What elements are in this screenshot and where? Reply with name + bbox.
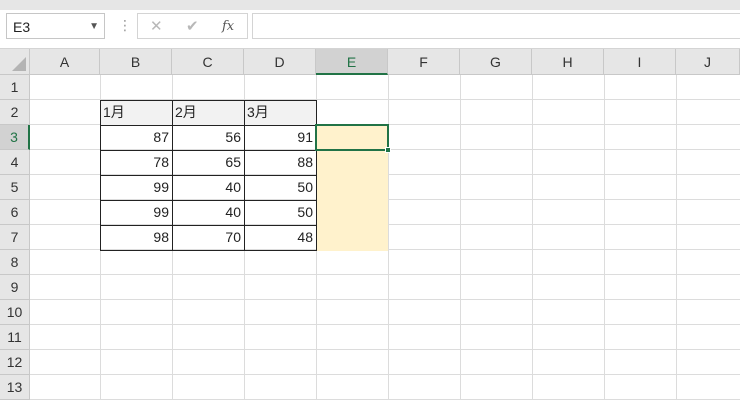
row-header-13[interactable]: 13 [0,375,30,400]
row-header-4[interactable]: 4 [0,150,30,175]
cancel-icon[interactable]: ✕ [150,17,163,35]
column-header-a[interactable]: A [30,49,100,75]
formula-buttons: ✕ ✔ fx [137,13,248,39]
row-header-9[interactable]: 9 [0,275,30,300]
table-divider [100,175,317,176]
gridline-horizontal [30,349,740,350]
gridline-horizontal [30,299,740,300]
table-divider [100,225,317,226]
name-box-value: E3 [13,19,31,35]
table-divider [100,125,317,126]
column-header-d[interactable]: D [244,49,316,75]
column-header-j[interactable]: J [676,49,740,75]
chevron-down-icon[interactable]: ▼ [89,21,99,32]
title-strip [0,0,740,10]
fill-handle[interactable] [385,147,391,153]
column-header-c[interactable]: C [172,49,244,75]
row-header-5[interactable]: 5 [0,175,30,200]
formula-input[interactable] [252,13,740,39]
column-header-b[interactable]: B [100,49,172,75]
insert-function-icon[interactable]: fx [222,19,234,34]
column-header-f[interactable]: F [388,49,460,75]
enter-icon[interactable]: ✔ [186,17,199,35]
row-header-8[interactable]: 8 [0,250,30,275]
gridline-horizontal [30,274,740,275]
column-header-g[interactable]: G [460,49,532,75]
row-header-3[interactable]: 3 [0,125,30,150]
table-divider [100,150,317,151]
row-header-11[interactable]: 11 [0,325,30,350]
formula-bar: E3 ▼ ⋮ ✕ ✔ fx [0,10,740,49]
active-cell-e3[interactable] [315,124,389,151]
name-box[interactable]: E3 ▼ [6,13,105,39]
select-all-icon [12,57,26,71]
row-header-12[interactable]: 12 [0,350,30,375]
column-header-e[interactable]: E [316,49,388,75]
gridline-horizontal [30,324,740,325]
row-header-6[interactable]: 6 [0,200,30,225]
more-dots-icon: ⋮ [118,17,132,33]
table-divider [100,200,317,201]
gridline-horizontal [30,374,740,375]
column-header-h[interactable]: H [532,49,604,75]
column-header-i[interactable]: I [604,49,676,75]
row-header-10[interactable]: 10 [0,300,30,325]
select-all-button[interactable] [0,49,30,75]
row-header-7[interactable]: 7 [0,225,30,250]
row-header-2[interactable]: 2 [0,100,30,125]
row-header-1[interactable]: 1 [0,75,30,100]
